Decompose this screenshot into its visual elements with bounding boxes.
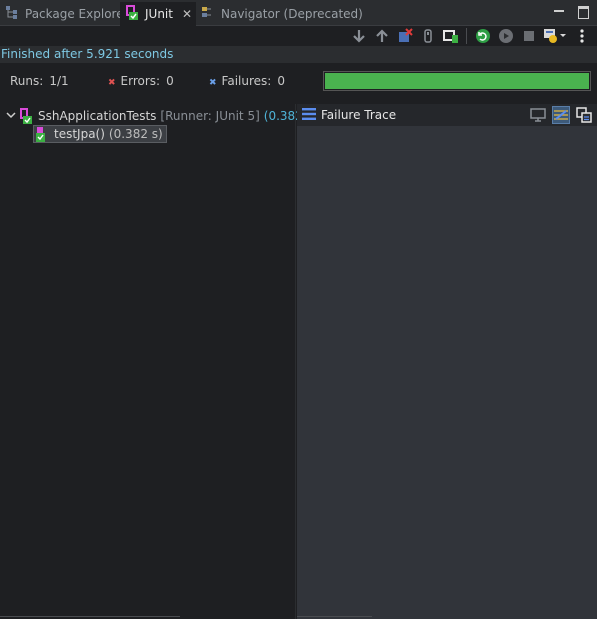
tab-package-explorer[interactable]: Package Explorer: [0, 2, 133, 25]
compare-results-icon[interactable]: [575, 106, 593, 124]
test-case-name: testJpa(): [54, 127, 105, 141]
toolbar-separator: [466, 28, 467, 44]
failures-value: 0: [277, 74, 285, 88]
layout-icon[interactable]: [441, 27, 460, 45]
stop-icon[interactable]: [519, 27, 538, 45]
monitor-icon[interactable]: [529, 106, 547, 124]
errors-counter: ✖ Errors: 0: [108, 74, 174, 88]
failure-trace-panel: Failure Trace: [297, 104, 597, 619]
test-case-time: (0.382 s): [108, 127, 163, 141]
errors-label: Errors:: [120, 74, 161, 88]
failure-trace-title: Failure Trace: [321, 108, 397, 122]
horizontal-scrollbar[interactable]: [297, 616, 372, 617]
failure-trace-header: Failure Trace: [297, 104, 597, 126]
tab-label: Navigator (Deprecated): [221, 6, 363, 21]
error-icon: ✖: [108, 78, 116, 88]
close-icon[interactable]: ✕: [182, 7, 192, 21]
progress-fill: [325, 73, 589, 89]
chevron-down-icon[interactable]: [3, 110, 19, 123]
test-case-row[interactable]: testJpa() (0.382 s): [33, 125, 167, 143]
tab-label: Package Explorer: [25, 6, 129, 21]
failures-label: Failures:: [221, 74, 272, 88]
rerun-icon[interactable]: [473, 27, 492, 45]
failures-counter: ✖ Failures: 0: [209, 74, 285, 88]
junit-icon: [124, 4, 140, 24]
junit-toolbar: [0, 26, 597, 46]
scroll-lock-icon[interactable]: [418, 27, 437, 45]
tab-label: JUnit: [145, 7, 173, 21]
next-failure-icon[interactable]: [349, 27, 368, 45]
tab-junit[interactable]: JUnit ✕: [120, 2, 197, 26]
package-explorer-icon: [4, 4, 20, 23]
rerun-failed-first-icon[interactable]: [496, 27, 515, 45]
test-counters: Runs: 1/1 ✖ Errors: 0 ✖ Failures: 0: [0, 63, 597, 101]
suite-runner: [Runner: JUnit 5]: [160, 109, 260, 123]
failure-icon: ✖: [209, 78, 217, 88]
tab-navigator[interactable]: Navigator (Deprecated): [196, 2, 367, 25]
progress-bar: [323, 71, 591, 91]
test-tree[interactable]: SshApplicationTests [Runner: JUnit 5] (0…: [0, 104, 318, 619]
navigator-icon: [200, 4, 216, 23]
filter-stack-trace-icon[interactable]: [552, 106, 570, 124]
suite-row[interactable]: SshApplicationTests [Runner: JUnit 5] (0…: [3, 107, 318, 125]
history-icon[interactable]: [542, 27, 568, 45]
view-tab-bar: Package Explorer JUnit ✕ Navigator (Depr…: [0, 0, 597, 26]
horizontal-scrollbar[interactable]: [0, 616, 180, 617]
runs-value: 1/1: [49, 74, 69, 88]
previous-failure-icon[interactable]: [372, 27, 391, 45]
show-failures-only-icon[interactable]: [395, 27, 414, 45]
minimize-icon[interactable]: [553, 4, 565, 18]
runs-counter: Runs: 1/1: [10, 74, 69, 88]
suite-name: SshApplicationTests: [38, 109, 157, 123]
test-case-success-icon: [35, 126, 49, 142]
maximize-icon[interactable]: [577, 4, 589, 19]
run-status-message: Finished after 5.921 seconds: [0, 46, 597, 63]
test-suite-success-icon: [19, 108, 33, 124]
runs-label: Runs:: [10, 74, 44, 88]
errors-value: 0: [166, 74, 174, 88]
stack-trace-icon: [302, 107, 316, 124]
view-menu-icon[interactable]: [572, 27, 591, 45]
